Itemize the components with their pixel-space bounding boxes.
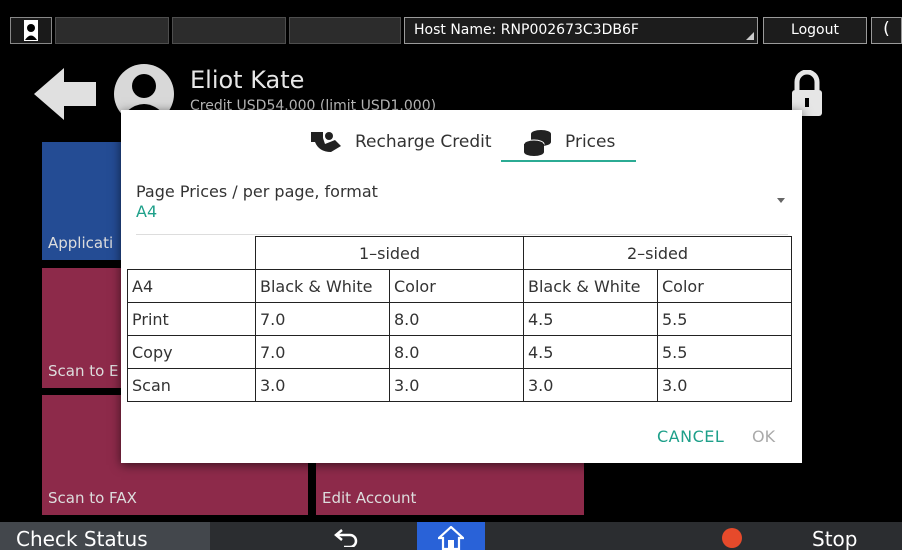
price-cell: 3.0 xyxy=(523,368,658,402)
row-label: Print xyxy=(127,302,256,336)
prices-table: 1–sided 2–sided A4 Black & White Color B… xyxy=(127,236,792,402)
price-cell: 5.5 xyxy=(657,335,792,369)
dropdown-caret-icon[interactable] xyxy=(777,198,785,203)
table-format-cell: A4 xyxy=(127,269,256,303)
cancel-button[interactable]: CANCEL xyxy=(657,427,724,446)
price-cell: 7.0 xyxy=(255,335,390,369)
table-row: Copy 7.0 8.0 4.5 5.5 xyxy=(127,335,792,369)
coins-stack-icon xyxy=(523,130,551,156)
tab-prices[interactable]: Prices xyxy=(523,122,615,162)
format-selector-label: Page Prices / per page, format xyxy=(136,182,378,201)
table-row: Scan 3.0 3.0 3.0 3.0 xyxy=(127,368,792,402)
tab-prices-label: Prices xyxy=(565,132,616,152)
format-selector-value: A4 xyxy=(136,202,158,221)
price-cell: 7.0 xyxy=(255,302,390,336)
table-column-header-row: A4 Black & White Color Black & White Col… xyxy=(127,269,792,303)
hand-coin-icon xyxy=(311,132,341,152)
table-row: Print 7.0 8.0 4.5 5.5 xyxy=(127,302,792,336)
column-header: Color xyxy=(389,269,524,303)
table-corner xyxy=(128,237,256,270)
column-header: Black & White xyxy=(255,269,390,303)
tab-recharge-credit-label: Recharge Credit xyxy=(355,132,492,152)
price-cell: 4.5 xyxy=(523,302,658,336)
column-header: Color xyxy=(657,269,792,303)
prices-dialog: Recharge Credit Prices Page Prices / per… xyxy=(121,110,802,463)
price-cell: 3.0 xyxy=(255,368,390,402)
ok-button[interactable]: OK xyxy=(752,427,775,446)
two-sided-header: 2–sided xyxy=(523,236,792,270)
price-cell: 8.0 xyxy=(389,302,524,336)
table-group-header-row: 1–sided 2–sided xyxy=(128,236,792,270)
row-label: Copy xyxy=(127,335,256,369)
price-cell: 3.0 xyxy=(657,368,792,402)
column-header: Black & White xyxy=(523,269,658,303)
price-cell: 3.0 xyxy=(389,368,524,402)
format-divider xyxy=(136,234,788,235)
row-label: Scan xyxy=(127,368,256,402)
price-cell: 4.5 xyxy=(523,335,658,369)
active-tab-indicator xyxy=(501,160,636,162)
price-cell: 8.0 xyxy=(389,335,524,369)
price-cell: 5.5 xyxy=(657,302,792,336)
format-selector[interactable]: Page Prices / per page, format A4 xyxy=(136,182,378,221)
one-sided-header: 1–sided xyxy=(255,236,524,270)
tab-recharge-credit[interactable]: Recharge Credit xyxy=(309,122,492,162)
